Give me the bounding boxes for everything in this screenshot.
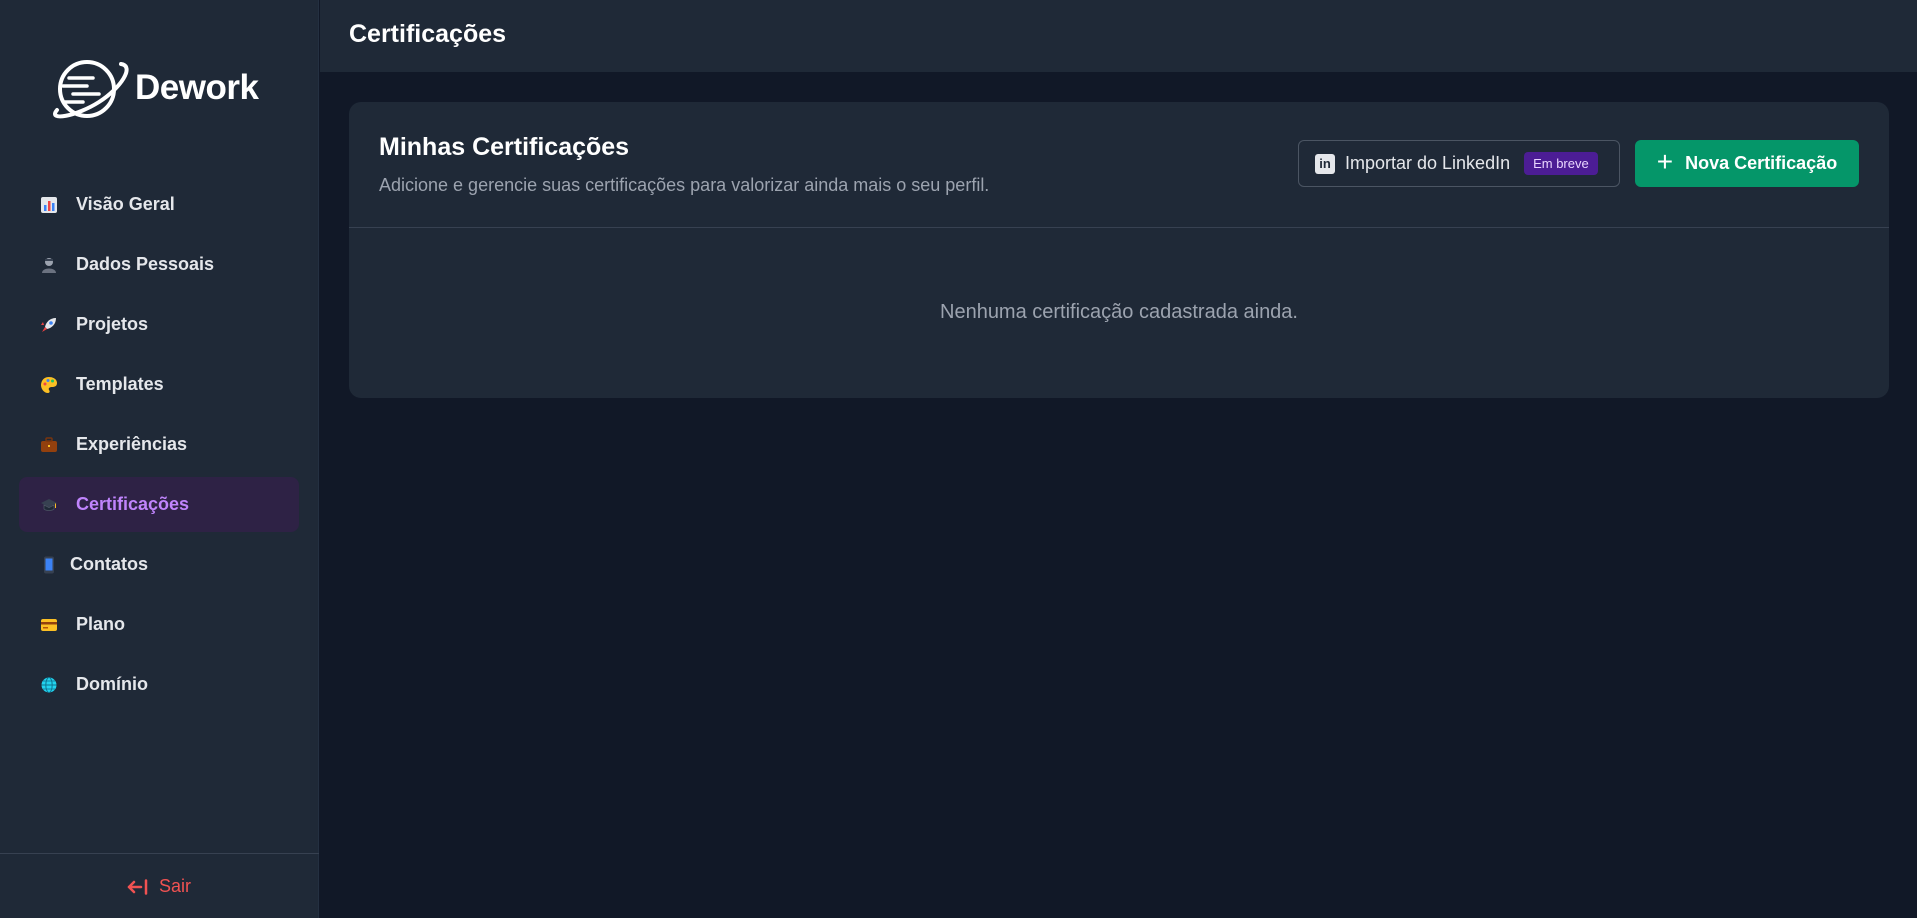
sidebar-item-label: Visão Geral [76, 194, 175, 214]
sidebar-item-label: Plano [76, 614, 126, 634]
sidebar-footer: Sair [0, 853, 319, 918]
logout-button[interactable]: Sair [127, 876, 191, 897]
card-title: Minhas Certificações [379, 133, 630, 161]
sidebar-item-label: Domínio [76, 674, 148, 694]
briefcase-icon [39, 435, 59, 455]
sidebar-item-label: Contatos [70, 554, 148, 574]
person-icon [39, 255, 59, 275]
sidebar-item-dominio[interactable]: Domínio [19, 657, 299, 712]
credit-card-icon [39, 615, 59, 635]
sidebar-item-templates[interactable]: Templates [19, 357, 299, 412]
rocket-icon [39, 315, 59, 335]
sidebar-item-contatos[interactable]: Contatos [19, 537, 299, 592]
coming-soon-badge: Em breve [1524, 152, 1598, 175]
card-subtitle: Adicione e gerencie suas certificações p… [379, 175, 990, 195]
new-certification-label: Nova Certificação [1685, 153, 1838, 173]
logout-arrow-icon [127, 878, 148, 895]
logout-label: Sair [159, 876, 192, 896]
sidebar: Dework Visão Geral Dados Pessoais Projet… [0, 0, 319, 918]
card-header: Minhas Certificações Adicione e gerencie… [349, 102, 1889, 228]
certifications-card: Minhas Certificações Adicione e gerencie… [349, 102, 1889, 398]
palette-icon [39, 375, 59, 395]
sidebar-item-experiencias[interactable]: Experiências [19, 417, 299, 472]
globe-icon [39, 675, 59, 695]
planet-logo-icon [53, 60, 129, 119]
bar-chart-icon [39, 195, 59, 215]
plus-icon: + [1656, 146, 1674, 177]
sidebar-item-label: Templates [76, 374, 164, 394]
brand-logo[interactable]: Dework [47, 52, 259, 124]
sidebar-item-projetos[interactable]: Projetos [19, 297, 299, 352]
import-linkedin-label: Importar do LinkedIn [1345, 153, 1511, 173]
brand-name: Dework [135, 68, 259, 107]
sidebar-item-dados-pessoais[interactable]: Dados Pessoais [19, 237, 299, 292]
empty-state-message: Nenhuma certificação cadastrada ainda. [940, 301, 1298, 323]
sidebar-nav: Visão Geral Dados Pessoais Projetos Temp… [19, 177, 299, 717]
sidebar-item-plano[interactable]: Plano [19, 597, 299, 652]
sidebar-item-label: Certificações [76, 494, 190, 514]
sidebar-item-certificacoes[interactable]: Certificações [19, 477, 299, 532]
sidebar-item-label: Projetos [76, 314, 149, 334]
sidebar-item-visao-geral[interactable]: Visão Geral [19, 177, 299, 232]
sidebar-item-label: Dados Pessoais [76, 254, 215, 274]
page-title: Certificações [349, 20, 507, 48]
top-bar: Certificações [320, 0, 1917, 72]
graduation-cap-icon [39, 495, 59, 515]
linkedin-icon: in [1315, 153, 1335, 174]
new-certification-button[interactable]: + Nova Certificação [1635, 140, 1859, 187]
mobile-phone-icon [39, 555, 59, 575]
sidebar-item-label: Experiências [76, 434, 188, 454]
import-linkedin-button[interactable]: in Importar do LinkedIn Em breve [1298, 140, 1620, 187]
